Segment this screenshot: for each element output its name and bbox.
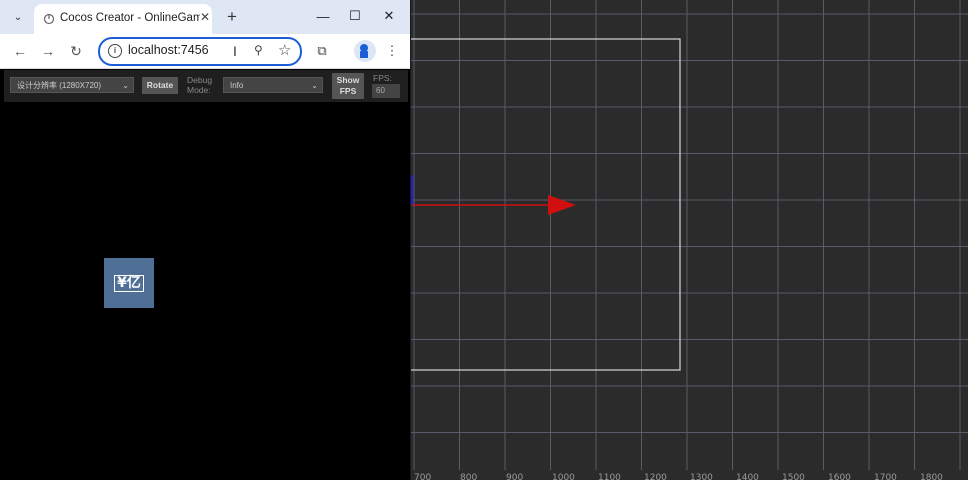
ruler-label: 1400: [736, 473, 759, 480]
ruler-label: 1300: [690, 473, 713, 480]
ruler-label: 1200: [644, 473, 667, 480]
debug-mode-value: Info: [230, 81, 244, 90]
ruler-label: 1100: [598, 473, 621, 480]
tab-strip: ⌄ Cocos Creator - OnlineGame ✕ + — ☐ ✕: [0, 0, 410, 34]
new-tab-button[interactable]: +: [222, 7, 242, 27]
extensions-puzzle-icon[interactable]: ⧉: [312, 41, 332, 61]
fps-label: FPS:: [373, 73, 392, 83]
close-tab-icon[interactable]: ✕: [198, 10, 212, 24]
reload-icon[interactable]: ↻: [66, 41, 86, 61]
address-bar[interactable]: i localhost:7456 I ⚲ ☆: [98, 37, 302, 66]
site-info-icon[interactable]: i: [108, 44, 122, 58]
minimize-button[interactable]: —: [312, 6, 334, 26]
browser-window: ⌄ Cocos Creator - OnlineGame ✕ + — ☐ ✕ ←…: [0, 0, 410, 480]
resolution-select-value: 设计分辨率 (1280X720): [17, 81, 102, 90]
game-sprite[interactable]: ¥亿: [104, 258, 154, 308]
url-text[interactable]: localhost:7456: [128, 43, 209, 57]
maximize-button[interactable]: ☐: [344, 6, 366, 26]
ruler-label: 900: [506, 473, 524, 480]
cocos-favicon-icon: [43, 13, 55, 25]
ruler-label: 1800: [920, 473, 943, 480]
profile-avatar-icon[interactable]: [354, 40, 376, 62]
gizmo-x-arrow-icon: [548, 195, 576, 215]
resolution-select[interactable]: 设计分辨率 (1280X720) ⌄: [10, 77, 134, 93]
tab-title: Cocos Creator - OnlineGame: [60, 12, 200, 24]
zoom-icon[interactable]: ⚲: [254, 43, 263, 57]
bookmark-star-icon[interactable]: ☆: [278, 41, 291, 59]
fps-value: 60: [372, 84, 400, 98]
forward-arrow-icon[interactable]: →: [38, 41, 58, 61]
chevron-down-icon: ⌄: [122, 81, 129, 90]
back-arrow-icon[interactable]: ←: [10, 41, 30, 61]
sprite-label: ¥亿: [114, 274, 144, 292]
debug-mode-select[interactable]: Info ⌄: [223, 77, 323, 93]
show-fps-button[interactable]: Show FPS: [332, 73, 364, 99]
close-window-button[interactable]: ✕: [378, 6, 400, 26]
ruler-label: 800: [460, 473, 478, 480]
debug-mode-label: Debug Mode:: [187, 75, 213, 95]
preview-toolbar: 设计分辨率 (1280X720) ⌄ Rotate Debug Mode: In…: [4, 70, 408, 102]
text-cursor-icon: I: [233, 43, 237, 59]
ruler-label: 1500: [782, 473, 805, 480]
rotate-button[interactable]: Rotate: [142, 77, 178, 94]
tab-search-button[interactable]: ⌄: [6, 6, 30, 28]
gizmo-y-axis: [410, 175, 413, 205]
ruler-label: 700: [414, 473, 432, 480]
game-canvas[interactable]: ¥亿: [4, 102, 408, 474]
more-menu-icon[interactable]: ⋮: [382, 41, 402, 61]
ruler-label: 1000: [552, 473, 575, 480]
active-tab[interactable]: Cocos Creator - OnlineGame ✕: [34, 4, 212, 34]
ruler-label: 1700: [874, 473, 897, 480]
browser-toolbar: ← → ↻ i localhost:7456 I ⚲ ☆ ⧉ ⋮: [0, 34, 410, 69]
ruler-label: 1600: [828, 473, 851, 480]
chevron-down-icon: ⌄: [311, 81, 318, 90]
